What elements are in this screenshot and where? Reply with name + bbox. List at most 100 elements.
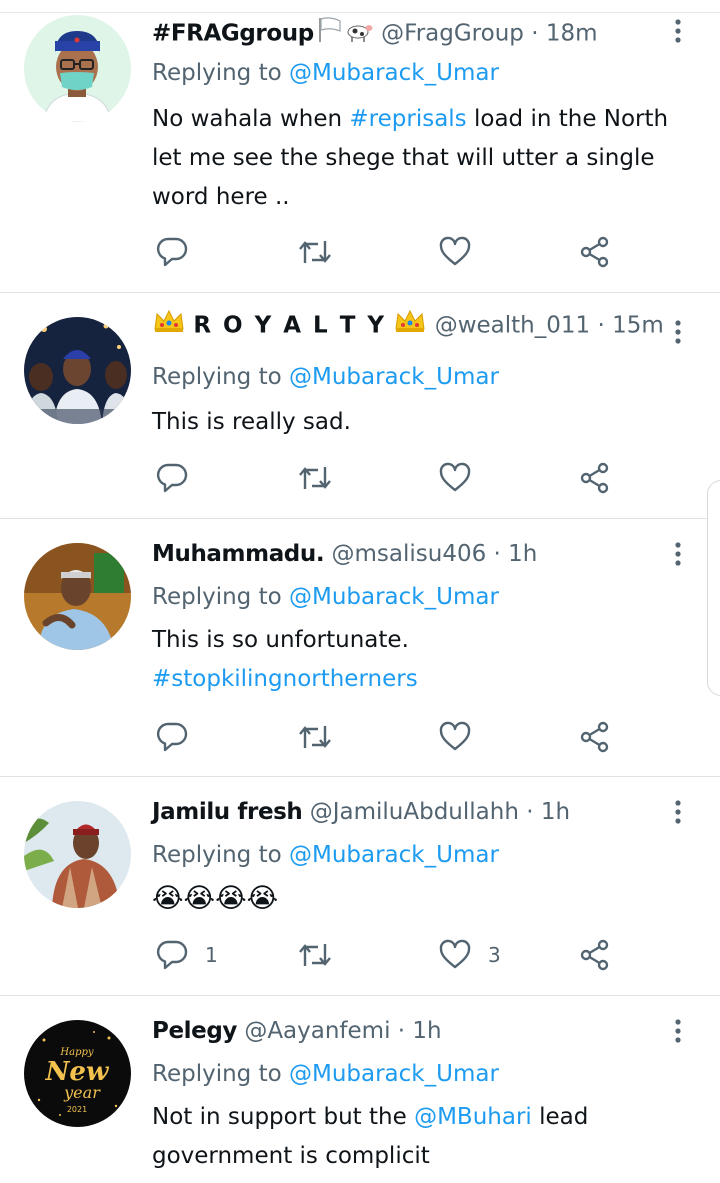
separator-dot: · bbox=[397, 1018, 406, 1044]
share-icon bbox=[580, 939, 609, 971]
retweet-button[interactable] bbox=[297, 458, 333, 498]
display-name[interactable]: R O Y A L T Y bbox=[193, 313, 386, 339]
heart-icon bbox=[439, 462, 471, 492]
reply-bubble-icon bbox=[156, 237, 188, 267]
reply-bubble-icon bbox=[156, 722, 188, 752]
avatar-royalty[interactable] bbox=[24, 317, 131, 424]
replying-to-mention[interactable]: @Mubarack_Umar bbox=[289, 584, 499, 610]
replying-to: Replying to @Mubarack_Umar bbox=[152, 580, 499, 614]
tweet-3[interactable]: Muhammadu. @msalisu406 · 1h Replying to … bbox=[0, 519, 720, 777]
tweet-5[interactable]: Happy New year 2021 Pelegy @Aayanfemi · … bbox=[0, 996, 720, 1183]
more-vertical-icon[interactable] bbox=[666, 317, 690, 347]
heart-icon bbox=[439, 721, 471, 751]
tweet-header: Jamilu fresh @JamiluAbdullahh · 1h bbox=[152, 795, 660, 829]
reply-button[interactable]: 1 bbox=[155, 935, 218, 975]
reply-button[interactable] bbox=[155, 232, 205, 272]
timestamp[interactable]: 1h bbox=[508, 541, 537, 567]
avatar-fraggroup[interactable] bbox=[24, 15, 131, 122]
reply-button[interactable] bbox=[155, 717, 205, 757]
like-count: 3 bbox=[488, 943, 501, 967]
replying-to-mention[interactable]: @Mubarack_Umar bbox=[289, 60, 499, 86]
timestamp[interactable]: 15m bbox=[612, 313, 664, 339]
replying-prefix: Replying to bbox=[152, 364, 282, 390]
tweet-actions: 1 3 bbox=[0, 935, 720, 975]
avatar-text-year: year bbox=[63, 1083, 101, 1102]
display-name[interactable]: Pelegy bbox=[152, 1018, 237, 1044]
retweet-icon bbox=[299, 944, 331, 966]
reply-button[interactable] bbox=[155, 458, 205, 498]
tweet-text: This is so unfortunate. #stopkilingnorth… bbox=[152, 621, 697, 699]
text-segment: No wahala when bbox=[152, 106, 350, 132]
timestamp[interactable]: 1h bbox=[541, 799, 570, 825]
tweet-header: Pelegy @Aayanfemi · 1h bbox=[152, 1014, 660, 1048]
retweet-button[interactable] bbox=[297, 717, 333, 757]
crown-emoji bbox=[152, 307, 186, 345]
display-name[interactable]: Jamilu fresh bbox=[152, 799, 303, 825]
tweet-2[interactable]: R O Y A L T Y @wealth_011 · 15m Replying… bbox=[0, 293, 720, 519]
handle[interactable]: @msalisu406 bbox=[332, 541, 487, 567]
like-button[interactable]: 3 bbox=[438, 935, 501, 975]
crying-emoji-text: 😭😭😭😭 bbox=[152, 883, 279, 914]
share-button[interactable] bbox=[578, 717, 612, 757]
tweet-header: Muhammadu. @msalisu406 · 1h bbox=[152, 537, 660, 571]
separator-dot: · bbox=[531, 20, 539, 47]
share-button[interactable] bbox=[578, 458, 612, 498]
hashtag-link[interactable]: #reprisals bbox=[349, 106, 466, 132]
replying-to: Replying to @Mubarack_Umar bbox=[152, 838, 499, 872]
share-button[interactable] bbox=[578, 232, 612, 272]
timestamp[interactable]: 1h bbox=[412, 1018, 441, 1044]
tweet-actions bbox=[0, 232, 720, 272]
heart-icon bbox=[439, 236, 471, 266]
share-icon bbox=[580, 462, 609, 494]
handle[interactable]: @FragGroup bbox=[381, 21, 524, 47]
retweet-icon bbox=[299, 726, 331, 748]
share-button[interactable] bbox=[578, 935, 612, 975]
avatar-pelegy[interactable]: Happy New year 2021 bbox=[24, 1020, 131, 1127]
more-vertical-icon[interactable] bbox=[666, 16, 690, 46]
handle[interactable]: @wealth_011 bbox=[435, 313, 590, 339]
like-button[interactable] bbox=[438, 717, 488, 757]
replying-prefix: Replying to bbox=[152, 60, 282, 86]
separator-dot: · bbox=[526, 799, 534, 825]
replying-to-mention[interactable]: @Mubarack_Umar bbox=[289, 364, 499, 390]
mention-link[interactable]: @MBuhari bbox=[414, 1104, 532, 1130]
more-vertical-icon[interactable] bbox=[666, 1016, 690, 1046]
retweet-button[interactable] bbox=[297, 935, 333, 975]
more-vertical-icon[interactable] bbox=[666, 539, 690, 569]
text-segment: This is so unfortunate. bbox=[152, 627, 409, 653]
hashtag-link[interactable]: #stopkilingnortherners bbox=[152, 660, 697, 699]
text-segment: This is really sad. bbox=[152, 409, 351, 435]
replying-to-mention[interactable]: @Mubarack_Umar bbox=[289, 842, 499, 868]
display-name[interactable]: #FRAGgroup bbox=[152, 21, 314, 47]
tweet-text: 😭😭😭😭 bbox=[152, 879, 697, 918]
avatar-text-2021: 2021 bbox=[67, 1105, 87, 1114]
scroll-handle[interactable] bbox=[707, 480, 720, 696]
tweet-4[interactable]: Jamilu fresh @JamiluAbdullahh · 1h Reply… bbox=[0, 777, 720, 996]
handle[interactable]: @JamiluAbdullahh bbox=[310, 799, 519, 825]
more-vertical-icon[interactable] bbox=[666, 797, 690, 827]
handle[interactable]: @Aayanfemi bbox=[244, 1018, 390, 1044]
replying-prefix: Replying to bbox=[152, 842, 282, 868]
retweet-icon bbox=[299, 467, 331, 489]
reply-bubble-icon bbox=[156, 940, 188, 970]
tweet-header: R O Y A L T Y @wealth_011 · 15m bbox=[152, 307, 664, 341]
tweet-header: #FRAGgroup @FragGroup · 18m bbox=[152, 14, 660, 48]
tweet-1[interactable]: #FRAGgroup @FragGroup · 18m Replying to … bbox=[0, 0, 720, 293]
avatar-muhammadu[interactable] bbox=[24, 543, 131, 650]
replying-prefix: Replying to bbox=[152, 584, 282, 610]
like-button[interactable] bbox=[438, 458, 488, 498]
avatar-jamilu[interactable] bbox=[24, 801, 131, 908]
separator-dot: · bbox=[493, 541, 501, 567]
replying-to: Replying to @Mubarack_Umar bbox=[152, 56, 499, 90]
timestamp[interactable]: 18m bbox=[546, 21, 598, 47]
replying-to-mention[interactable]: @Mubarack_Umar bbox=[289, 1061, 499, 1087]
white-flag-emoji bbox=[314, 14, 344, 54]
tweet-text: Not in support but the @MBuhari lead gov… bbox=[152, 1098, 697, 1176]
retweet-icon bbox=[299, 241, 331, 263]
text-segment: Not in support but the bbox=[152, 1104, 415, 1130]
display-name[interactable]: Muhammadu. bbox=[152, 541, 325, 567]
tweet-actions bbox=[0, 717, 720, 757]
like-button[interactable] bbox=[438, 232, 488, 272]
retweet-button[interactable] bbox=[297, 232, 333, 272]
reply-count: 1 bbox=[205, 943, 218, 967]
